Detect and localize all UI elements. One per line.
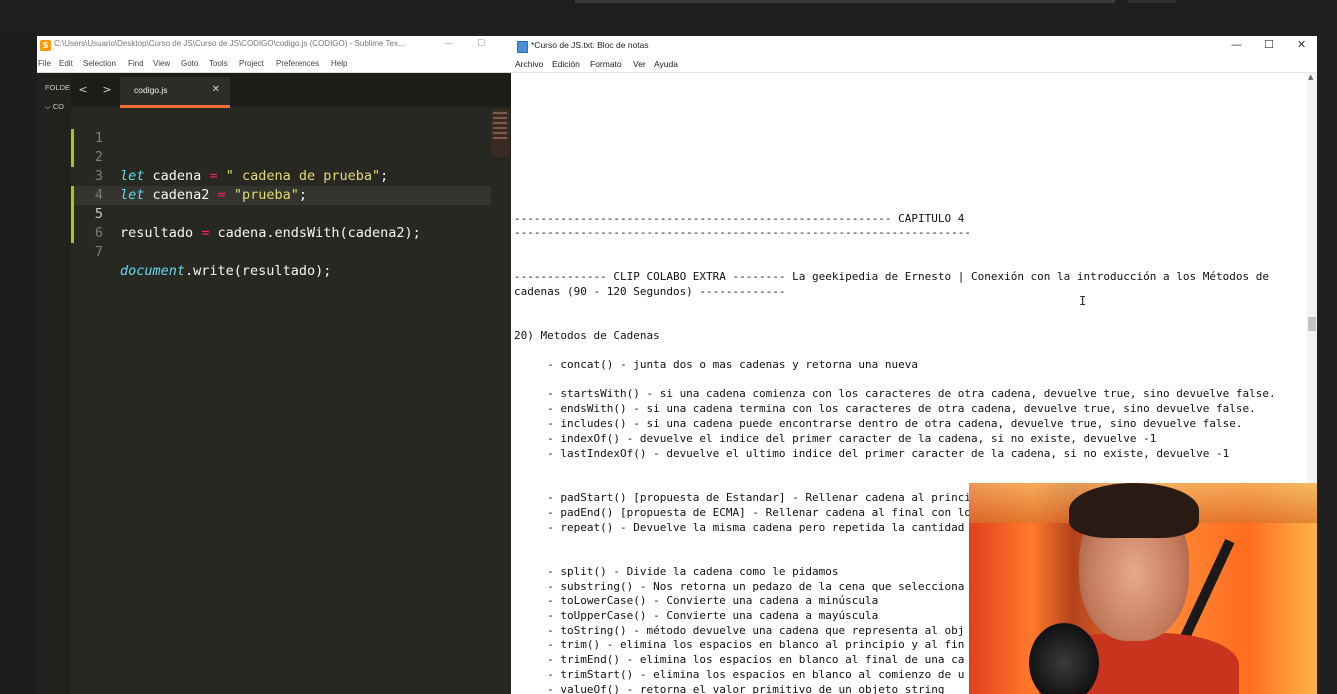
top-bar-segment [575, 0, 1115, 3]
menu-formato[interactable]: Formato [590, 59, 622, 69]
maximize-button[interactable]: ☐ [477, 39, 485, 49]
top-bar-segment-small [1128, 0, 1176, 3]
sublime-menu-bar: File Edit Selection Find View Goto Tools… [37, 56, 511, 73]
text-line: cadenas (90 - 120 Segundos) ------------… [514, 285, 786, 298]
object-identifier: document [120, 263, 186, 279]
right-background [1317, 36, 1337, 694]
expression: .write(resultado); [185, 263, 332, 279]
left-background [0, 36, 37, 694]
notepad-title-bar: *Curso de JS.txt: Bloc de notas — ☐ ✕ [511, 36, 1317, 56]
minimap[interactable] [491, 109, 509, 157]
presenter-hair [1069, 483, 1199, 538]
code-line: 6 [71, 205, 471, 241]
top-dark-strip [0, 0, 1337, 36]
code-line: 2 let cadena = " cadena de prueba"; [71, 129, 471, 184]
text-line: - toString() - método devuelve una caden… [514, 624, 965, 637]
sublime-sidebar: FOLDE ⌵ CO [37, 73, 71, 694]
menu-ver[interactable]: Ver [633, 59, 646, 69]
text-line: - includes() - si una cadena puede encon… [514, 417, 1243, 430]
tab-label: codigo.js [134, 85, 168, 95]
text-line: ----------------------------------------… [514, 212, 965, 225]
text-line: - endsWith() - si una cadena termina con… [514, 402, 1256, 415]
sublime-title-bar: S C:\Users\Usuario\Desktop\Curso de JS\C… [37, 36, 511, 56]
text-line: - toUpperCase() - Convierte una cadena a… [514, 609, 879, 622]
maximize-button[interactable]: ☐ [1264, 38, 1274, 51]
scroll-up-arrow-icon[interactable]: ▲ [1308, 73, 1313, 81]
menu-edit[interactable]: Edit [59, 59, 73, 68]
code-line: 4 [71, 167, 471, 203]
text-line: - valueOf() - retorna el valor primitivo… [514, 683, 945, 694]
menu-archivo[interactable]: Archivo [515, 59, 543, 69]
text-line: - lastIndexOf() - devuelve el ultimo ind… [514, 447, 1230, 460]
text-line: - trimStart() - elimina los espacios en … [514, 668, 965, 681]
menu-selection[interactable]: Selection [83, 59, 116, 68]
text-line: - toLowerCase() - Convierte una cadena a… [514, 594, 879, 607]
text-cursor-icon: I [1079, 294, 1087, 308]
text-line: - trim() - elimina los espacios en blanc… [514, 638, 965, 651]
line-number: 7 [94, 244, 103, 260]
close-button[interactable]: ✕ [1297, 38, 1306, 51]
microphone-pop-filter [1029, 623, 1099, 694]
code-line: 1 [71, 110, 471, 146]
minimize-button[interactable]: — [444, 39, 453, 49]
menu-preferences[interactable]: Preferences [276, 59, 319, 68]
text-line: - concat() - junta dos o mas cadenas y r… [514, 358, 918, 371]
menu-ayuda[interactable]: Ayuda [654, 59, 678, 69]
menu-project[interactable]: Project [239, 59, 264, 68]
text-line: 20) Metodos de Cadenas [514, 329, 660, 342]
tab-forward-button[interactable]: > [97, 81, 117, 99]
menu-view[interactable]: View [153, 59, 170, 68]
sublime-tab-bar: < > codigo.js ✕ [71, 73, 511, 108]
text-line: - substring() - Nos retorna un pedazo de… [514, 580, 965, 593]
notepad-window-title: *Curso de JS.txt: Bloc de notas [531, 40, 649, 50]
sublime-logo-icon: S [40, 40, 51, 51]
tab-close-icon[interactable]: ✕ [212, 84, 220, 95]
tab-codigo-js[interactable]: codigo.js ✕ [120, 77, 230, 108]
sidebar-folder-item[interactable]: ⌵ CO [45, 102, 64, 112]
code-line-active: 5 resultado = cadena.endsWith(cadena2); [71, 186, 471, 241]
menu-goto[interactable]: Goto [181, 59, 198, 68]
sublime-text-window: S C:\Users\Usuario\Desktop\Curso de JS\C… [37, 36, 511, 694]
notepad-icon [517, 41, 528, 53]
notepad-menu-bar: Archivo Edición Formato Ver Ayuda [511, 56, 1317, 73]
text-line: -------------- CLIP COLABO EXTRA -------… [514, 270, 1269, 283]
menu-edicion[interactable]: Edición [552, 59, 580, 69]
text-line: - indexOf() - devuelve el indice del pri… [514, 432, 1157, 445]
menu-find[interactable]: Find [128, 59, 144, 68]
text-line: ----------------------------------------… [514, 226, 971, 239]
code-line: 3 let cadena2 = "prueba"; [71, 148, 471, 203]
code-line: 7 document.write(resultado); [71, 224, 471, 279]
tab-back-button[interactable]: < [73, 81, 93, 99]
menu-file[interactable]: File [38, 59, 51, 68]
sidebar-folders-header: FOLDE [45, 83, 71, 92]
webcam-overlay [969, 483, 1317, 694]
text-line: - startsWith() - si una cadena comienza … [514, 387, 1276, 400]
scrollbar-thumb[interactable] [1308, 317, 1316, 331]
menu-tools[interactable]: Tools [209, 59, 228, 68]
text-line: - split() - Divide la cadena como le pid… [514, 565, 839, 578]
text-line: - trimEnd() - elimina los espacios en bl… [514, 653, 965, 666]
text-line: - repeat() - Devuelve la misma cadena pe… [514, 521, 965, 534]
code-editor[interactable]: 1 2 let cadena = " cadena de prueba"; 3 … [71, 110, 491, 694]
menu-help[interactable]: Help [331, 59, 347, 68]
sublime-window-title: C:\Users\Usuario\Desktop\Curso de JS\Cur… [54, 39, 405, 48]
minimize-button[interactable]: — [1231, 38, 1242, 51]
